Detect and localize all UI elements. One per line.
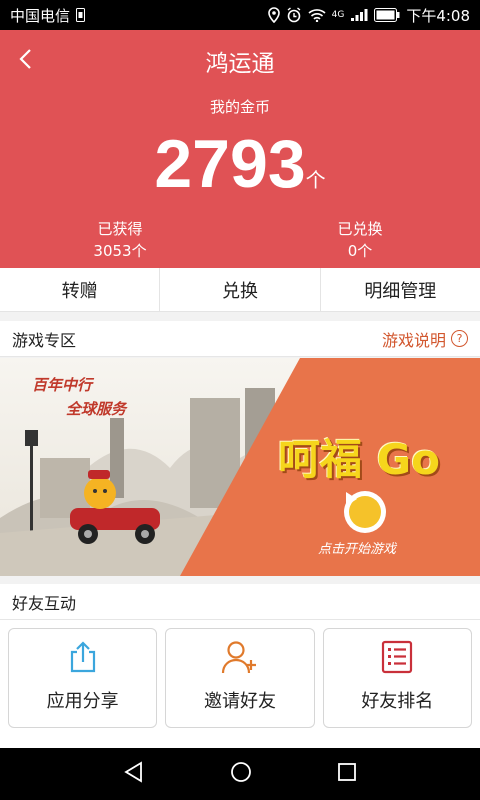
coin-header: 鸿运通 我的金币 2793个 已获得 3053个 已兑换 0个: [0, 30, 480, 268]
friend-section-header: 好友互动: [0, 584, 480, 620]
banner-slogan-2: 全球服务: [66, 400, 127, 418]
nav-home-icon[interactable]: [230, 761, 252, 787]
location-icon: [267, 7, 280, 23]
sim-card-icon: [76, 8, 86, 22]
friend-actions: 应用分享 邀请好友 好友排名: [0, 620, 480, 748]
earned-value: 3053个: [93, 242, 147, 260]
add-user-icon: [221, 639, 259, 675]
action-tabs: 转赠 兑换 明细管理: [0, 268, 480, 312]
friend-ranking-button[interactable]: 好友排名: [322, 628, 472, 728]
game-title: 呵福 Go: [278, 435, 440, 484]
tab-details[interactable]: 明细管理: [321, 268, 480, 311]
status-bar: 中国电信 4G 下午4:08: [0, 0, 480, 30]
game-help-link[interactable]: 游戏说明 ?: [382, 327, 468, 351]
game-section-title: 游戏专区: [12, 330, 77, 350]
invite-friend-label: 邀请好友: [203, 691, 276, 712]
share-icon: [68, 639, 98, 675]
friend-section-title: 好友互动: [12, 593, 77, 613]
alarm-icon: [286, 7, 302, 23]
help-icon: ?: [451, 330, 468, 347]
exchanged-label: 已兑换: [337, 220, 383, 238]
tab-transfer[interactable]: 转赠: [0, 268, 161, 311]
share-app-button[interactable]: 应用分享: [8, 628, 158, 728]
coin-number: 2793: [154, 126, 306, 202]
game-section-header: 游戏专区 游戏说明 ?: [0, 321, 480, 357]
share-app-label: 应用分享: [46, 691, 119, 712]
network-type-label: 4G: [331, 9, 345, 20]
play-hint: 点击开始游戏: [318, 542, 397, 557]
tab-exchange[interactable]: 兑换: [160, 268, 321, 311]
banner-slogan-1: 百年中行: [32, 376, 93, 394]
game-banner[interactable]: 百年中行 全球服务 呵福 Go 点击开始游戏: [0, 358, 480, 576]
page-title: 鸿运通: [205, 51, 275, 77]
coin-label: 我的金币: [209, 98, 270, 116]
coin-unit: 个: [305, 168, 326, 192]
friend-ranking-label: 好友排名: [361, 691, 434, 712]
system-nav-bar: [0, 748, 480, 800]
invite-friend-button[interactable]: 邀请好友: [165, 628, 315, 728]
coin-balance: 2793个: [0, 122, 480, 222]
nav-recents-icon[interactable]: [337, 762, 357, 786]
exchanged-value: 0个: [347, 242, 373, 260]
ranking-list-icon: [381, 639, 413, 675]
play-button[interactable]: [344, 491, 386, 533]
wifi-icon: [308, 8, 326, 22]
earned-stat: 已获得 3053个: [40, 218, 200, 262]
game-help-label: 游戏说明: [381, 330, 446, 350]
nav-back-icon[interactable]: [123, 761, 145, 787]
play-icon: [346, 492, 381, 528]
battery-icon: [374, 8, 400, 22]
earned-label: 已获得: [97, 220, 143, 238]
signal-icon: [350, 8, 368, 22]
exchanged-stat: 已兑换 0个: [280, 218, 440, 262]
carrier-label: 中国电信: [10, 6, 71, 25]
clock-label: 下午4:08: [406, 6, 470, 25]
